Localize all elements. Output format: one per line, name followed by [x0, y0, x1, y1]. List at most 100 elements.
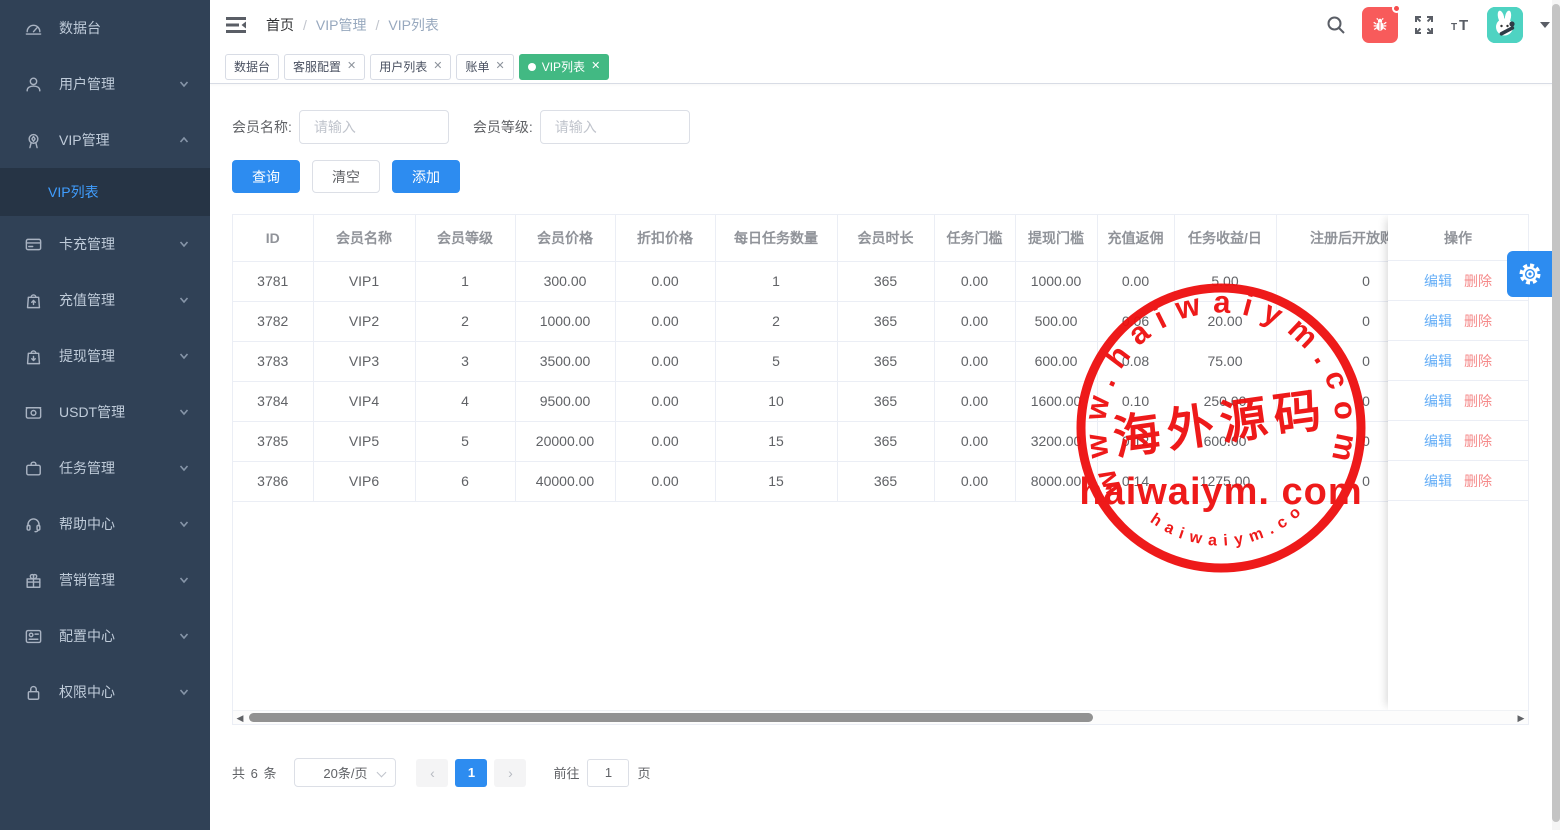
chevron-down-icon [178, 518, 190, 530]
sidebar-collapse-icon[interactable] [226, 15, 248, 35]
sidebar-item-7[interactable]: 任务管理 [0, 440, 210, 496]
tab-1[interactable]: 客服配置✕ [284, 54, 365, 80]
breadcrumb-item-0[interactable]: 首页 [266, 17, 294, 33]
delete-link[interactable]: 删除 [1464, 391, 1492, 411]
vertical-scrollbar-thumb[interactable] [1552, 4, 1560, 822]
button-1[interactable]: 清空 [312, 160, 380, 193]
tab-4[interactable]: VIP列表✕ [519, 54, 610, 80]
delete-link[interactable]: 删除 [1464, 351, 1492, 371]
table-cell: VIP3 [313, 341, 415, 381]
table-row-0: 3781VIP11300.000.0013650.001000.000.005.… [233, 261, 1456, 301]
table-cell: 0.00 [1097, 261, 1174, 301]
table-cell: 0.00 [934, 461, 1015, 501]
table-cell: 15 [715, 461, 837, 501]
filter-input-1[interactable] [540, 110, 690, 144]
table-cell: 5.00 [1174, 261, 1276, 301]
table-row-3: 3784VIP449500.000.00103650.001600.000.10… [233, 381, 1456, 421]
tab-label: 账单 [465, 58, 489, 75]
table-cell: 1 [715, 261, 837, 301]
svg-text:T: T [1451, 22, 1457, 33]
edit-link[interactable]: 编辑 [1424, 431, 1452, 451]
filter-input-0[interactable] [299, 110, 449, 144]
sidebar-item-label: 充值管理 [59, 290, 115, 310]
breadcrumb-item-2: VIP列表 [388, 17, 439, 33]
column-header: 每日任务数量 [715, 215, 837, 261]
table-cell: 0.06 [1097, 301, 1174, 341]
table-cell: 0.00 [934, 421, 1015, 461]
sidebar-item-2[interactable]: VIP管理 [0, 112, 210, 168]
table-cell: 2 [715, 301, 837, 341]
table-cell: 365 [837, 461, 934, 501]
delete-link[interactable]: 删除 [1464, 471, 1492, 491]
sidebar: 数据台用户管理VIP管理VIP列表卡充管理充值管理提现管理USDT管理任务管理帮… [0, 0, 210, 830]
breadcrumb-item-1[interactable]: VIP管理 [316, 17, 367, 33]
sidebar-item-label: 配置中心 [59, 626, 115, 646]
sidebar-item-11[interactable]: 权限中心 [0, 664, 210, 720]
sidebar-item-10[interactable]: 配置中心 [0, 608, 210, 664]
close-icon[interactable]: ✕ [591, 61, 600, 72]
column-header: 任务收益/日 [1174, 215, 1276, 261]
tab-3[interactable]: 账单 ✕ [456, 54, 513, 80]
close-icon[interactable]: ✕ [347, 61, 356, 72]
table-cell: 0.00 [615, 261, 715, 301]
column-header: 会员时长 [837, 215, 934, 261]
table-cell: 0.00 [615, 421, 715, 461]
chevron-down-icon [178, 686, 190, 698]
edit-link[interactable]: 编辑 [1424, 351, 1452, 371]
table-cell: 0.00 [934, 261, 1015, 301]
bug-report-button[interactable] [1362, 7, 1398, 43]
edit-link[interactable]: 编辑 [1424, 271, 1452, 291]
table-cell: 0.08 [1097, 341, 1174, 381]
avatar[interactable] [1487, 7, 1523, 43]
edit-link[interactable]: 编辑 [1424, 471, 1452, 491]
scroll-left-arrow-icon[interactable]: ◀ [235, 713, 245, 723]
active-tab-dot [528, 63, 536, 71]
button-2[interactable]: 添加 [392, 160, 460, 193]
sidebar-item-6[interactable]: USDT管理 [0, 384, 210, 440]
table-cell: 0.10 [1097, 381, 1174, 421]
close-icon[interactable]: ✕ [496, 61, 505, 72]
prev-page-button[interactable]: ‹ [416, 759, 448, 787]
delete-link[interactable]: 删除 [1464, 311, 1492, 331]
page-size-select[interactable]: 20条/页 [294, 758, 396, 787]
table-settings-button[interactable] [1507, 251, 1553, 297]
column-header: 折扣价格 [615, 215, 715, 261]
sidebar-item-1[interactable]: 用户管理 [0, 56, 210, 112]
sidebar-item-0[interactable]: 数据台 [0, 0, 210, 56]
edit-link[interactable]: 编辑 [1424, 391, 1452, 411]
chevron-down-icon [178, 350, 190, 362]
scroll-right-arrow-icon[interactable]: ▶ [1516, 713, 1526, 723]
operations-row-3: 编辑删除 [1388, 381, 1528, 421]
delete-link[interactable]: 删除 [1464, 431, 1492, 451]
sidebar-item-8[interactable]: 帮助中心 [0, 496, 210, 552]
page-number-button[interactable]: 1 [455, 759, 487, 787]
edit-link[interactable]: 编辑 [1424, 311, 1452, 331]
sidebar-item-4[interactable]: 充值管理 [0, 272, 210, 328]
table-cell: 1000.00 [515, 301, 615, 341]
table-cell: 9500.00 [515, 381, 615, 421]
operations-row-4: 编辑删除 [1388, 421, 1528, 461]
user-menu-caret-icon[interactable] [1540, 22, 1550, 28]
fullscreen-icon[interactable] [1413, 14, 1435, 36]
tab-2[interactable]: 用户列表✕ [370, 54, 451, 80]
goto-page-input[interactable] [587, 759, 629, 787]
sidebar-item-5[interactable]: 提现管理 [0, 328, 210, 384]
sidebar-item-3[interactable]: 卡充管理 [0, 216, 210, 272]
chevron-down-icon [178, 78, 190, 90]
vip-table: ID会员名称会员等级会员价格折扣价格每日任务数量会员时长任务门槛提现门槛充值返佣… [232, 214, 1529, 725]
next-page-button[interactable]: › [494, 759, 526, 787]
button-0[interactable]: 查询 [232, 160, 300, 193]
vertical-scrollbar [1552, 0, 1560, 830]
column-header: 会员价格 [515, 215, 615, 261]
lock-icon [23, 682, 43, 702]
table-cell: 2 [415, 301, 515, 341]
tab-0[interactable]: 数据台 [225, 54, 279, 80]
search-icon[interactable] [1325, 14, 1347, 36]
font-size-icon[interactable]: T T [1450, 14, 1472, 36]
sidebar-item-9[interactable]: 营销管理 [0, 552, 210, 608]
sidebar-subitem-VIP列表[interactable]: VIP列表 [0, 168, 210, 216]
column-header: 提现门槛 [1015, 215, 1097, 261]
horizontal-scrollbar-thumb[interactable] [249, 713, 1093, 722]
delete-link[interactable]: 删除 [1464, 271, 1492, 291]
close-icon[interactable]: ✕ [433, 61, 442, 72]
